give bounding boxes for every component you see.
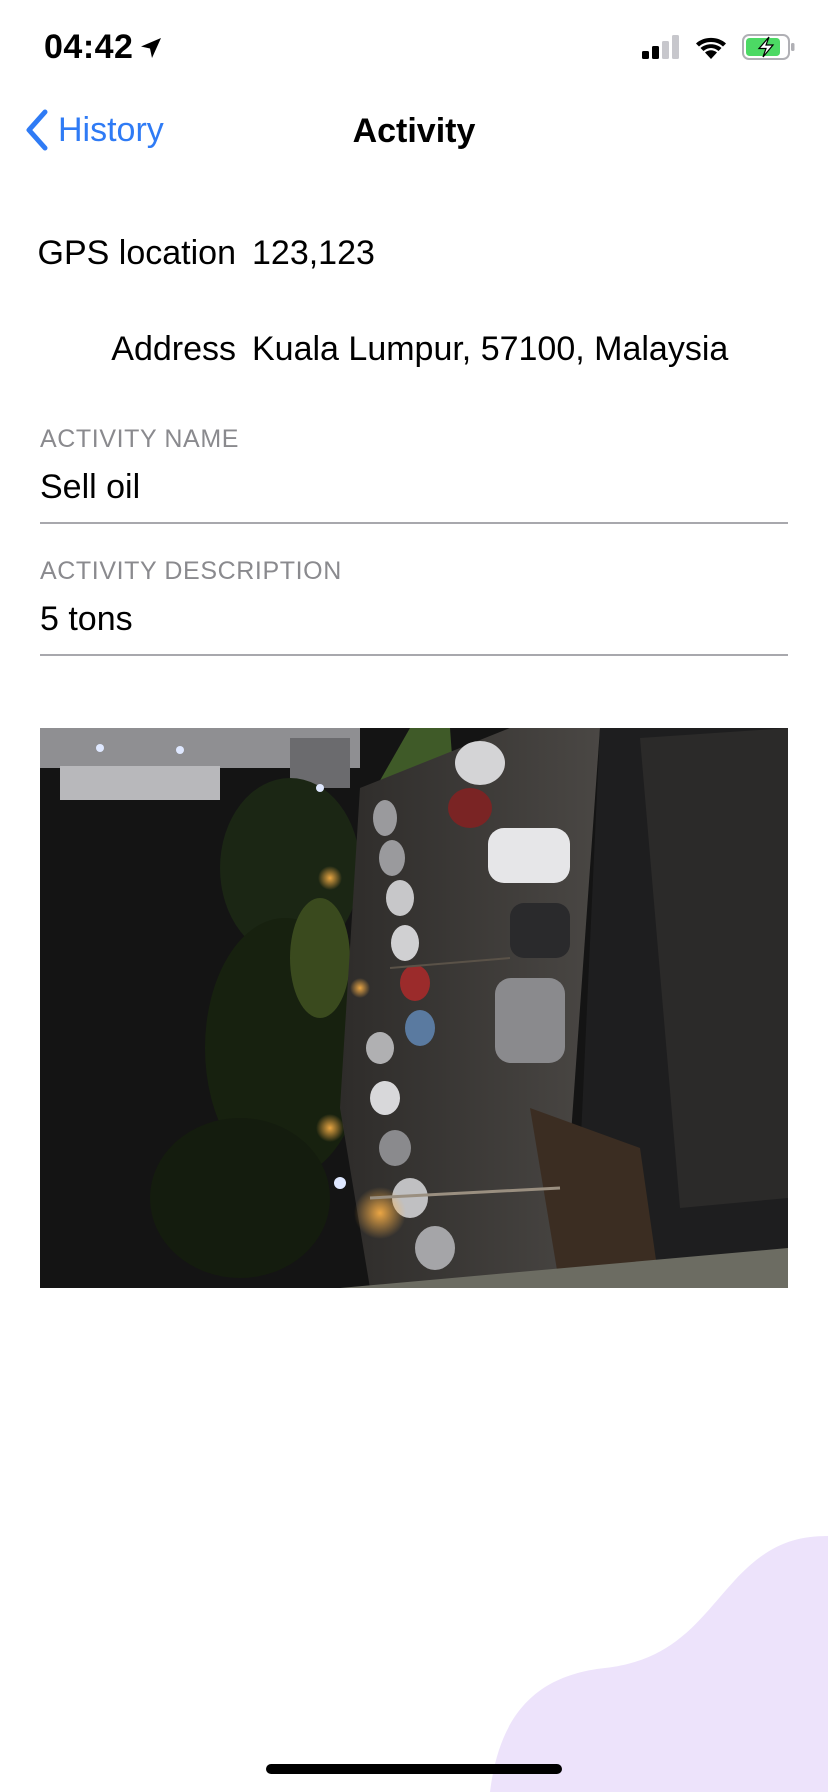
status-icons [642,34,796,60]
gps-location-row: GPS location 123,123 [0,234,828,284]
activity-description-underline [40,654,788,656]
status-time-group: 04:42 [44,28,163,67]
activity-name-label: ACTIVITY NAME [40,425,240,453]
navigation-bar: History Activity [0,100,828,164]
status-bar: 04:42 [0,0,828,100]
activity-name-underline [40,522,788,524]
battery-charging-icon [742,34,795,60]
address-label: Address [111,330,236,368]
activity-description-field[interactable]: ACTIVITY DESCRIPTION 5 tons [40,554,788,656]
home-indicator[interactable] [266,1764,562,1774]
gps-location-value: 123,123 [252,234,375,272]
activity-name-value[interactable]: Sell oil [40,462,788,512]
page-title: Activity [352,112,476,150]
address-row: Address Kuala Lumpur, 57100, Malaysia [0,330,828,380]
gps-location-label: GPS location [37,234,236,272]
activity-name-field[interactable]: ACTIVITY NAME Sell oil [40,422,788,524]
activity-photo[interactable] [40,728,788,1288]
night-parking-lot-photo [40,728,788,1288]
activity-description-label: ACTIVITY DESCRIPTION [40,557,342,585]
address-value: Kuala Lumpur, 57100, Malaysia [252,330,729,368]
wifi-icon [696,37,726,59]
activity-screen: 04:42 History Activity GPS location 123,… [0,0,828,1792]
location-arrow-icon [141,37,162,58]
activity-description-value[interactable]: 5 tons [40,594,788,644]
status-time: 04:42 [44,28,134,66]
signal-icon [642,35,679,59]
